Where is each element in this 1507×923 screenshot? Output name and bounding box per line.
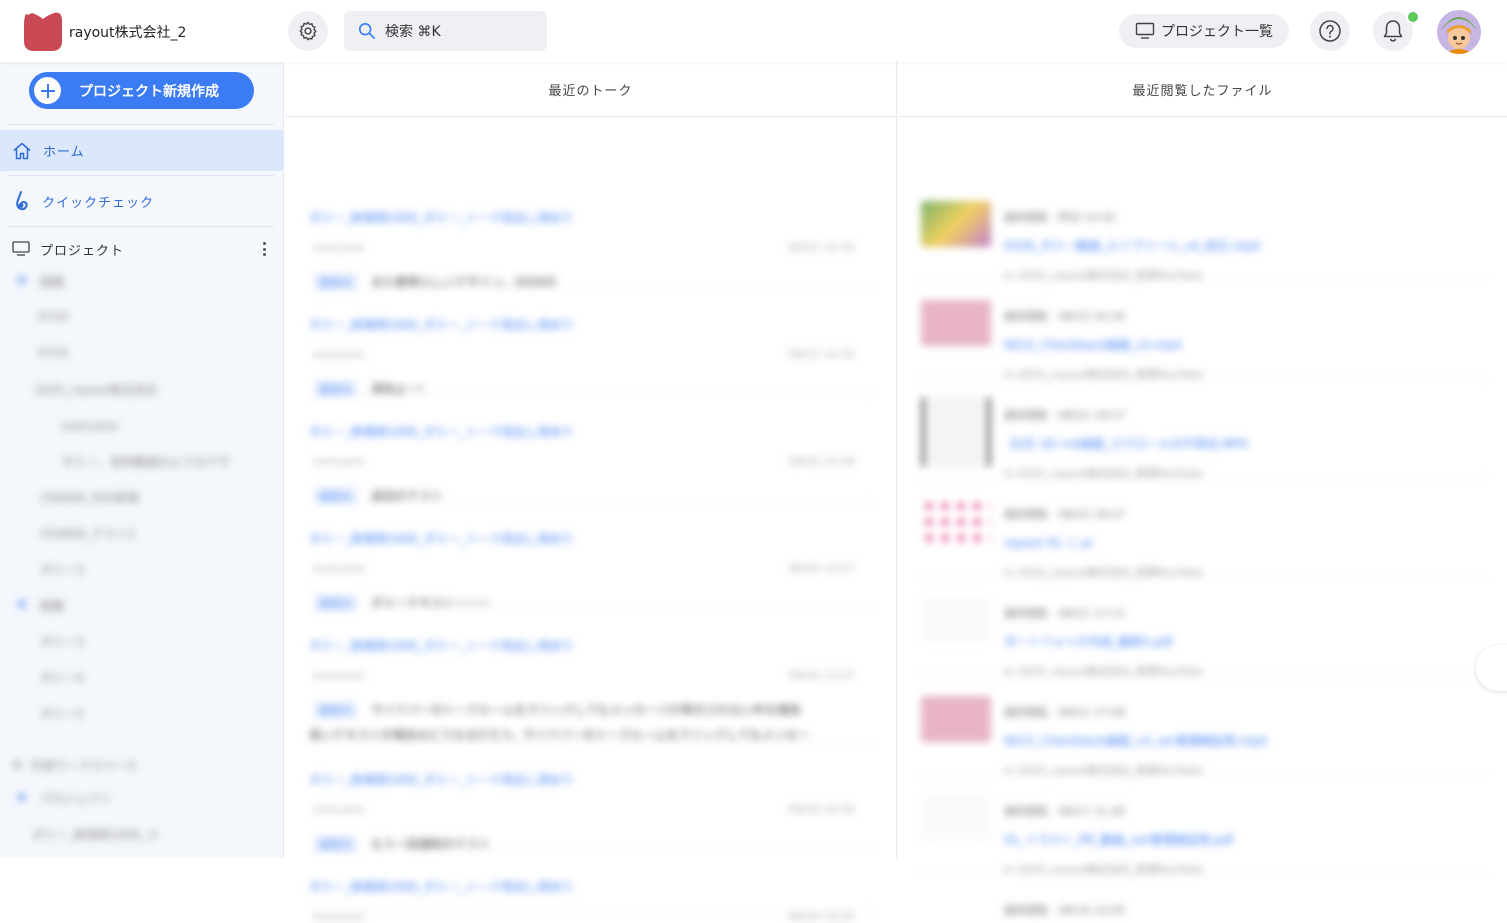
file-item[interactable]: 最終閲覧 · 08/21 17:11 ポートフォリオ作成_最新5.pdf in … bbox=[918, 577, 1488, 678]
file-thumbnail bbox=[921, 795, 991, 841]
tree-item[interactable]: ▼ 組織 bbox=[18, 271, 64, 291]
sidebar-item-label: ホーム bbox=[43, 145, 85, 160]
tree-item[interactable]: ダミー_新規用1000_ス bbox=[32, 824, 159, 844]
project-list-label: プロジェクト一覧 bbox=[1161, 24, 1273, 40]
sidebar-item-home[interactable]: ホーム bbox=[0, 130, 284, 171]
company-name[interactable]: rayout株式会社_2 bbox=[69, 22, 186, 42]
home-icon bbox=[13, 142, 31, 159]
tree-item[interactable]: 2025_rayout株式会社 bbox=[34, 379, 158, 399]
quick-check-icon bbox=[16, 191, 28, 211]
talk-item[interactable]: ダミー_新規用1000_ダミー_トーク見出し用あり everyone 08/26… bbox=[309, 502, 875, 612]
tree-item[interactable]: ▼ 組織 bbox=[18, 595, 64, 615]
file-item[interactable]: 最終閲覧 · 08/22 18:27 rayout 01 ⓘ.ai in 202… bbox=[918, 478, 1488, 579]
new-project-button[interactable]: プロジェクト新規作成 bbox=[29, 72, 254, 109]
sidebar-divider bbox=[8, 226, 274, 227]
tree-item[interactable]: ▼ プロジェクト bbox=[18, 788, 112, 808]
tree-item[interactable]: ダミー4 bbox=[40, 667, 84, 687]
file-thumbnail bbox=[921, 201, 991, 247]
search-icon bbox=[358, 22, 376, 40]
tree-item[interactable]: 0724 bbox=[38, 307, 69, 327]
tree-item[interactable]: ダミー、有料動画のようなデザ bbox=[62, 451, 230, 471]
talk-item[interactable]: ダミー_新規用1000_ダミー_トーク見出し用あり everyone 08/26… bbox=[309, 743, 875, 853]
file-thumbnail bbox=[921, 300, 991, 346]
file-item[interactable]: 最終閲覧 · 08/17 11:40 01_イラスト_PR_動画_ver管理検証… bbox=[918, 775, 1488, 876]
recent-files-header: 最近閲覧したファイル bbox=[898, 62, 1507, 117]
talk-item[interactable]: ダミー_新規用1000_ダミー_トーク見出し用あり everyone 08/31… bbox=[309, 181, 875, 291]
monitor-icon bbox=[1135, 22, 1155, 39]
file-item[interactable]: 最終閲覧 · 08/21 17:06 0615_Checkback画面_v3_v… bbox=[918, 676, 1488, 777]
file-item[interactable]: 最終閲覧 · 08/23 16:34 0615_Checkback画面_v3.m… bbox=[918, 280, 1488, 381]
gear-icon bbox=[299, 21, 317, 41]
talk-item[interactable]: ダミー_新規用1000_ダミー_トーク見出し用あり everyone 08/31… bbox=[309, 288, 875, 398]
new-project-label: プロジェクト新規作成 bbox=[79, 83, 219, 100]
bell-icon bbox=[1383, 20, 1403, 42]
help-button[interactable] bbox=[1310, 11, 1350, 51]
recent-talks-panel: 最近のトーク ダミー_新規用1000_ダミー_トーク見出し用あり everyon… bbox=[285, 62, 897, 923]
tree-item[interactable]: 0725 bbox=[38, 343, 69, 363]
talk-item[interactable]: ダミー_新規用1000_ダミー_トーク見出し用あり everyone 08/26… bbox=[309, 395, 875, 505]
settings-button[interactable] bbox=[288, 11, 328, 51]
talk-item[interactable]: ダミー_新規用1000_ダミー_トーク見出し用あり everyone 08/26… bbox=[309, 609, 875, 743]
sidebar-item-quick-check[interactable]: クイックチェック bbox=[0, 181, 284, 221]
tree-item[interactable]: ダミー3 bbox=[40, 631, 84, 651]
tree-item[interactable]: 250606_テスト2 bbox=[40, 523, 135, 543]
recent-files-panel: 最近閲覧したファイル 最終閲覧 · 昨日 14:42 0326_ダミー動画_エイ… bbox=[898, 62, 1507, 917]
file-item[interactable]: 最終閲覧 · 08/22 18:27 【UI】QC→UI画面_スクロールの不具合… bbox=[918, 379, 1488, 480]
file-item[interactable]: 最終閲覧 · 昨日 14:42 0326_ダミー動画_エイプリール_v4_修正.… bbox=[918, 181, 1488, 282]
projects-section-header[interactable]: プロジェクト bbox=[0, 234, 284, 264]
search-box[interactable]: 検索 ⌘K bbox=[344, 11, 547, 51]
projects-label: プロジェクト bbox=[40, 243, 125, 259]
tree-item[interactable]: ⚙ 外部ワークスペース bbox=[12, 755, 137, 775]
more-vertical-icon[interactable] bbox=[256, 240, 272, 258]
recent-talks-header: 最近のトーク bbox=[285, 62, 896, 117]
search-label: 検索 ⌘K bbox=[385, 24, 441, 40]
file-thumbnail bbox=[921, 498, 991, 544]
tree-item[interactable]: 250606_PJの新規 bbox=[40, 487, 139, 507]
tree-item[interactable]: everyone bbox=[62, 416, 118, 436]
tree-item[interactable]: ダミー5 bbox=[40, 703, 84, 723]
sidebar-divider bbox=[8, 175, 274, 176]
talk-item[interactable]: ダミー_新規用1000_ダミー_トーク見出し用あり everyone 08/26… bbox=[309, 850, 875, 923]
file-item[interactable]: 最終閲覧 · 08/16 14:05 bbox=[918, 874, 1488, 917]
file-thumbnail bbox=[921, 597, 991, 643]
monitor-icon bbox=[12, 241, 30, 256]
company-logo-icon[interactable] bbox=[24, 11, 62, 51]
tree-item[interactable]: ダミー3 bbox=[40, 559, 84, 579]
notification-badge bbox=[1406, 10, 1420, 24]
user-avatar[interactable] bbox=[1437, 10, 1481, 54]
help-icon bbox=[1319, 20, 1341, 42]
file-thumbnail bbox=[921, 397, 991, 467]
sidebar-item-label: クイックチェック bbox=[42, 195, 155, 211]
top-header: rayout株式会社_2 検索 ⌘K プロジェクト一覧 bbox=[0, 0, 1507, 62]
plus-icon bbox=[34, 77, 61, 104]
sidebar: プロジェクト新規作成 ホーム クイックチェック プロジェクト ▼ 組織 0724 … bbox=[0, 62, 284, 858]
project-list-button[interactable]: プロジェクト一覧 bbox=[1119, 14, 1289, 48]
sidebar-divider bbox=[8, 124, 274, 125]
file-thumbnail bbox=[921, 696, 991, 742]
